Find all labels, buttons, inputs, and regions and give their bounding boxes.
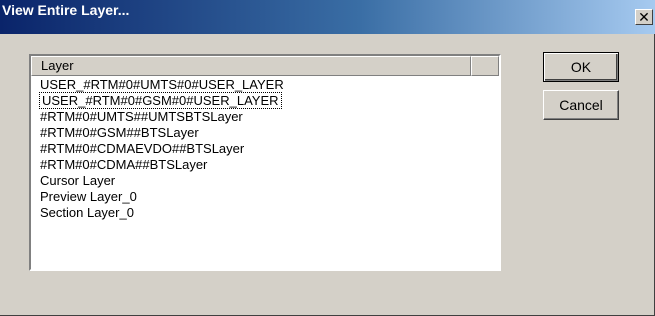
title-bar[interactable]: View Entire Layer... ✕ (0, 0, 655, 34)
cancel-button[interactable]: Cancel (543, 90, 619, 120)
view-entire-layer-dialog: View Entire Layer... ✕ Layer USER_#RTM#0… (0, 0, 655, 316)
list-item[interactable]: USER_#RTM#0#UMTS#0#USER_LAYER (31, 77, 499, 93)
list-item[interactable]: Preview Layer_0 (31, 189, 499, 205)
layer-list[interactable]: Layer USER_#RTM#0#UMTS#0#USER_LAYER USER… (29, 54, 501, 271)
window-title: View Entire Layer... (2, 2, 130, 18)
layer-rows: USER_#RTM#0#UMTS#0#USER_LAYER USER_#RTM#… (31, 77, 499, 221)
list-item[interactable]: #RTM#0#CDMA##BTSLayer (31, 157, 499, 173)
list-item[interactable]: USER_#RTM#0#GSM#0#USER_LAYER (31, 92, 499, 109)
close-icon: ✕ (638, 9, 650, 25)
list-item[interactable]: Cursor Layer (31, 173, 499, 189)
list-item[interactable]: #RTM#0#UMTS##UMTSBTSLayer (31, 109, 499, 125)
list-header: Layer (31, 56, 499, 76)
ok-button[interactable]: OK (543, 52, 619, 82)
list-item[interactable]: Section Layer_0 (31, 205, 499, 221)
column-header-layer[interactable]: Layer (31, 56, 471, 76)
list-item[interactable]: #RTM#0#GSM##BTSLayer (31, 125, 499, 141)
close-button[interactable]: ✕ (635, 9, 653, 25)
column-header-filler[interactable] (471, 56, 499, 76)
list-item[interactable]: #RTM#0#CDMAEVDO##BTSLayer (31, 141, 499, 157)
